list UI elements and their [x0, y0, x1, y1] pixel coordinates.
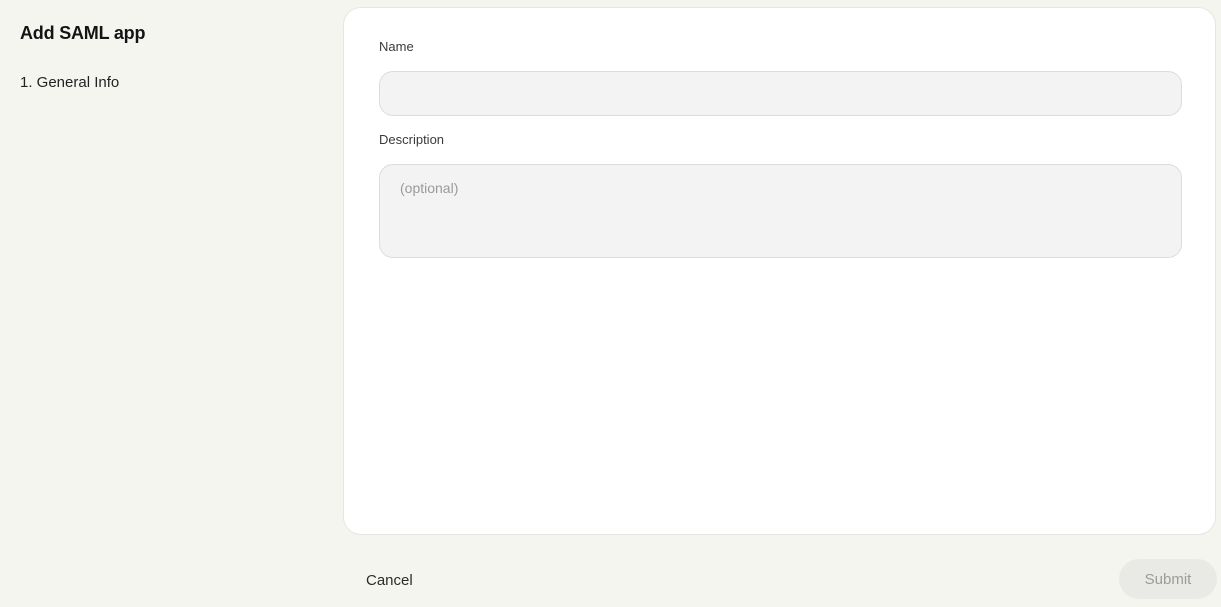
step-general-info[interactable]: 1. General Info [20, 74, 119, 91]
cancel-button[interactable]: Cancel [352, 562, 427, 598]
description-label: Description [379, 132, 445, 147]
submit-button[interactable]: Submit [1119, 559, 1217, 599]
page-title: Add SAML app [20, 23, 146, 43]
wizard-sidebar: Add SAML app 1. General Info [0, 0, 343, 607]
add-saml-app-page: Add SAML app 1. General Info Name Descri… [0, 0, 1221, 607]
form-card: Name Description [343, 7, 1216, 535]
name-input[interactable] [379, 71, 1182, 116]
description-input[interactable] [379, 164, 1182, 258]
name-label: Name [379, 39, 414, 54]
